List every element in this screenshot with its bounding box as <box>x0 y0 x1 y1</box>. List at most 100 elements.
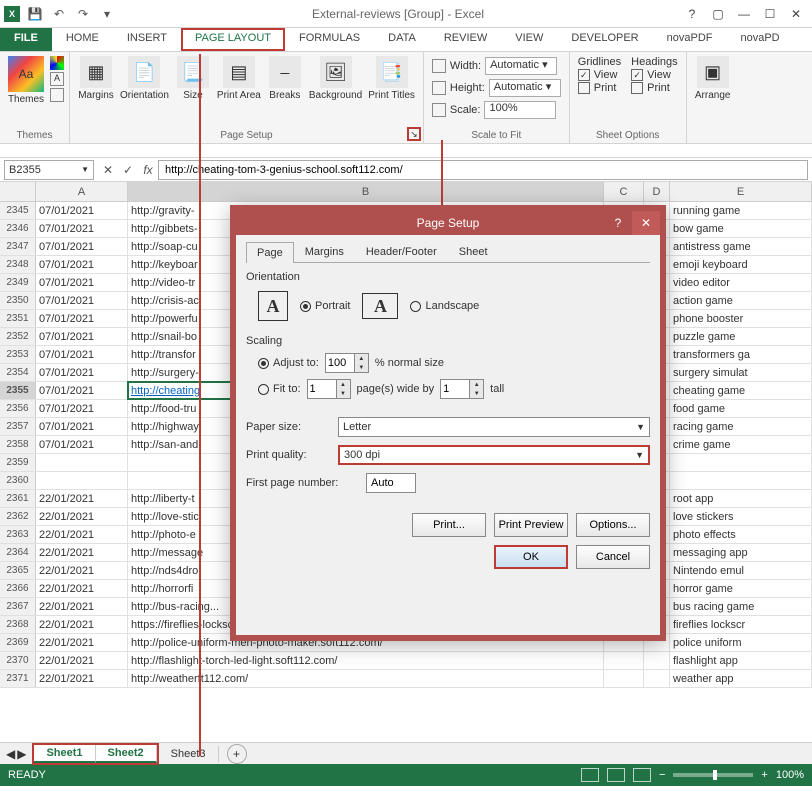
cell[interactable]: bus racing game <box>670 598 812 615</box>
print-button[interactable]: Print... <box>412 513 486 537</box>
row-header[interactable]: 2361 <box>0 490 36 507</box>
cell[interactable]: puzzle game <box>670 328 812 345</box>
cell[interactable]: 22/01/2021 <box>36 634 128 651</box>
dialog-tab-sheet[interactable]: Sheet <box>448 241 499 262</box>
sheet-tab-1[interactable]: Sheet1 <box>34 745 95 763</box>
print-titles-button[interactable]: 📑Print Titles <box>368 56 415 101</box>
cell[interactable]: 22/01/2021 <box>36 490 128 507</box>
col-header-c[interactable]: C <box>604 182 644 201</box>
cell[interactable]: 22/01/2021 <box>36 544 128 561</box>
fit-tall-spinner[interactable]: ▲▼ <box>440 379 484 399</box>
tab-formulas[interactable]: FORMULAS <box>285 28 374 51</box>
row-header[interactable]: 2358 <box>0 436 36 453</box>
ribbon-options-icon[interactable]: ▢ <box>706 4 730 24</box>
dialog-tab-page[interactable]: Page <box>246 242 294 263</box>
scale-spinner[interactable]: 100% <box>484 101 556 119</box>
tab-insert[interactable]: INSERT <box>113 28 181 51</box>
maximize-icon[interactable]: ☐ <box>758 4 782 24</box>
cell[interactable] <box>670 472 812 489</box>
row-header[interactable]: 2352 <box>0 328 36 345</box>
dialog-title-bar[interactable]: Page Setup ? ✕ <box>236 211 660 235</box>
cell[interactable]: 07/01/2021 <box>36 400 128 417</box>
cell[interactable]: 07/01/2021 <box>36 328 128 345</box>
first-page-input[interactable] <box>366 473 416 493</box>
col-header-e[interactable]: E <box>670 182 812 201</box>
colors-icon[interactable] <box>50 56 64 70</box>
row-header[interactable]: 2351 <box>0 310 36 327</box>
row-header[interactable]: 2346 <box>0 220 36 237</box>
enter-formula-icon[interactable]: ✓ <box>118 160 138 180</box>
tab-view[interactable]: VIEW <box>501 28 557 51</box>
print-area-button[interactable]: ▤Print Area <box>217 56 261 101</box>
cell[interactable]: 07/01/2021 <box>36 202 128 219</box>
undo-icon[interactable]: ↶ <box>50 5 68 23</box>
dialog-close-icon[interactable]: ✕ <box>632 211 660 235</box>
cell[interactable]: food game <box>670 400 812 417</box>
cell[interactable] <box>36 472 128 489</box>
page-setup-dialog-launcher[interactable]: ↘ <box>407 127 421 141</box>
zoom-in-icon[interactable]: + <box>761 769 767 781</box>
cell[interactable]: 07/01/2021 <box>36 274 128 291</box>
fit-wide-spinner[interactable]: ▲▼ <box>307 379 351 399</box>
row-header[interactable]: 2367 <box>0 598 36 615</box>
row-header[interactable]: 2370 <box>0 652 36 669</box>
cell[interactable]: action game <box>670 292 812 309</box>
cell[interactable]: 07/01/2021 <box>36 292 128 309</box>
options-button[interactable]: Options... <box>576 513 650 537</box>
cell[interactable]: emoji keyboard <box>670 256 812 273</box>
cancel-button[interactable]: Cancel <box>576 545 650 569</box>
row-header[interactable]: 2359 <box>0 454 36 471</box>
cell[interactable]: running game <box>670 202 812 219</box>
row-header[interactable]: 2356 <box>0 400 36 417</box>
tab-data[interactable]: DATA <box>374 28 430 51</box>
cell[interactable]: antistress game <box>670 238 812 255</box>
select-all-cell[interactable] <box>0 182 36 201</box>
row-header[interactable]: 2354 <box>0 364 36 381</box>
row-header[interactable]: 2362 <box>0 508 36 525</box>
tab-developer[interactable]: DEVELOPER <box>557 28 652 51</box>
minimize-icon[interactable]: — <box>732 4 756 24</box>
dialog-help-icon[interactable]: ? <box>606 211 630 235</box>
tab-page-layout[interactable]: PAGE LAYOUT <box>181 28 285 51</box>
cell[interactable]: flashlight app <box>670 652 812 669</box>
row-header[interactable]: 2366 <box>0 580 36 597</box>
landscape-radio[interactable]: Landscape <box>410 300 479 312</box>
arrange-button[interactable]: ▣Arrange <box>695 56 731 101</box>
row-header[interactable]: 2348 <box>0 256 36 273</box>
width-combo[interactable]: Automatic ▾ <box>485 57 557 75</box>
cell[interactable]: 07/01/2021 <box>36 346 128 363</box>
cell[interactable]: messaging app <box>670 544 812 561</box>
cell[interactable]: 07/01/2021 <box>36 220 128 237</box>
breaks-button[interactable]: ⎯Breaks <box>267 56 303 101</box>
row-header[interactable]: 2357 <box>0 418 36 435</box>
cell[interactable] <box>670 454 812 471</box>
size-button[interactable]: 📃Size <box>175 56 211 101</box>
cell[interactable]: phone booster <box>670 310 812 327</box>
tab-file[interactable]: FILE <box>0 28 52 51</box>
sheet-tab-3[interactable]: Sheet3 <box>159 746 219 762</box>
cell[interactable]: photo effects <box>670 526 812 543</box>
cell[interactable]: bow game <box>670 220 812 237</box>
fx-icon[interactable]: fx <box>138 160 158 180</box>
row-header[interactable]: 2345 <box>0 202 36 219</box>
row-header[interactable]: 2368 <box>0 616 36 633</box>
cell[interactable]: surgery simulat <box>670 364 812 381</box>
headings-print-checkbox[interactable] <box>631 82 643 94</box>
tab-home[interactable]: HOME <box>52 28 113 51</box>
fit-to-radio[interactable]: Fit to: <box>258 383 301 395</box>
cell[interactable]: Nintendo emul <box>670 562 812 579</box>
cell[interactable]: transformers ga <box>670 346 812 363</box>
cell[interactable]: 07/01/2021 <box>36 238 128 255</box>
cell[interactable]: 22/01/2021 <box>36 508 128 525</box>
sheet-nav-prev-icon[interactable]: ◀ <box>6 747 15 761</box>
headings-view-checkbox[interactable]: ✓ <box>631 69 643 81</box>
cell[interactable]: weather app <box>670 670 812 687</box>
cell[interactable] <box>604 670 644 687</box>
cell[interactable]: fireflies lockscr <box>670 616 812 633</box>
row-header[interactable]: 2349 <box>0 274 36 291</box>
adjust-to-radio[interactable]: Adjust to: <box>258 357 319 369</box>
row-header[interactable]: 2364 <box>0 544 36 561</box>
col-header-a[interactable]: A <box>36 182 128 201</box>
cell[interactable] <box>644 670 670 687</box>
row-header[interactable]: 2355 <box>0 382 36 399</box>
